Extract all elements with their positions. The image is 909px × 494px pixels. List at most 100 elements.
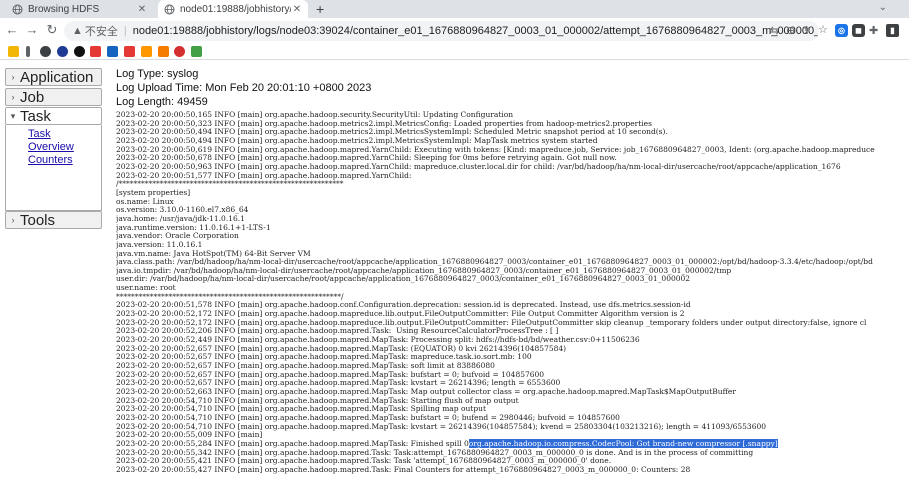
- log-line-text: 2023-02-20 20:00:54,710 INFO [main] org.…: [116, 395, 519, 405]
- new-tab-button[interactable]: +: [316, 1, 324, 17]
- puzzle-icon[interactable]: ✚: [869, 24, 878, 37]
- log-line-text: 2023-02-20 20:00:52,206 INFO [main] org.…: [116, 326, 559, 336]
- sidebar-section-tools[interactable]: › Tools: [5, 211, 102, 229]
- sidebar-section-label: Job: [20, 88, 45, 106]
- tab-browsing-hdfs[interactable]: Browsing HDFS ✕: [6, 0, 153, 18]
- separator: |: [123, 25, 127, 37]
- sidebar-section-job[interactable]: › Job: [5, 88, 102, 106]
- log-line-text: 2023-02-20 20:00:50,619 INFO [main] org.…: [116, 144, 875, 154]
- bookmark-icon[interactable]: [40, 46, 51, 57]
- bookmark-icon[interactable]: [124, 46, 135, 57]
- star-icon[interactable]: ☆: [818, 23, 828, 36]
- tab-title: Browsing HDFS: [28, 3, 100, 15]
- log-line-text: 2023-02-20 20:00:55,284 INFO [main] org.…: [116, 438, 469, 448]
- log-line-text: 2023-02-20 20:00:50,963 INFO [main] org.…: [116, 161, 841, 171]
- bookmark-icon[interactable]: [107, 46, 118, 57]
- task-link[interactable]: Task: [28, 128, 51, 140]
- address-bar[interactable]: ▲ 不安全 | node01:19888/jobhistory/logs/nod…: [64, 21, 819, 41]
- security-label[interactable]: 不安全: [85, 23, 118, 39]
- log-line-text: 2023-02-20 20:00:50,323 INFO [main] org.…: [116, 118, 652, 128]
- log-line-text: java.io.tmpdir: /var/bd/hadoop/ha/nm-loc…: [116, 265, 732, 275]
- log-line-text: 2023-02-20 20:00:52,172 INFO [main] org.…: [116, 317, 867, 327]
- log-line-text: 2023-02-20 20:00:52,657 INFO [main] org.…: [116, 352, 532, 362]
- bookmark-icon[interactable]: [90, 46, 101, 57]
- chevron-right-icon: ›: [11, 92, 15, 102]
- log-line-text: 2023-02-20 20:00:54,710 INFO [main] org.…: [116, 412, 620, 422]
- log-line-text: java.version: 11.0.16.1: [116, 239, 203, 249]
- log-line-text: /***************************************…: [116, 179, 344, 189]
- log-line-text: 2023-02-20 20:00:51,578 INFO [main] org.…: [116, 300, 691, 310]
- bookmarks-bar: [0, 44, 909, 60]
- bookmark-icon[interactable]: [191, 46, 202, 57]
- chevron-right-icon: ›: [11, 215, 15, 225]
- log-line-text: 2023-02-20 20:00:52,663 INFO [main] org.…: [116, 387, 736, 396]
- sidebar-panel-icon[interactable]: ▮: [886, 24, 899, 37]
- chevron-down-icon: ▾: [10, 110, 16, 121]
- log-line-text: 2023-02-20 20:00:52,657 INFO [main] org.…: [116, 378, 561, 388]
- share-icon[interactable]: ⇪: [802, 24, 811, 37]
- sidebar-section-label: Task: [20, 107, 51, 125]
- close-icon[interactable]: ✕: [136, 4, 148, 15]
- extension-icon[interactable]: ◎: [835, 24, 848, 37]
- warning-icon[interactable]: ▲: [72, 25, 83, 37]
- bookmark-icon[interactable]: [26, 46, 30, 57]
- tab-search-chevron-icon[interactable]: ⌄: [879, 2, 887, 13]
- sidebar-section-label: Application: [20, 68, 94, 86]
- log-line: 2023-02-20 20:00:55,427 INFO [main] org.…: [116, 464, 909, 475]
- chevron-right-icon: ›: [11, 72, 15, 82]
- log-line-text: [system properties]: [116, 187, 191, 197]
- log-line: user.dir: /var/bd/hadoop/ha/nm-local-dir…: [116, 275, 909, 284]
- globe-icon: [12, 4, 23, 15]
- bookmark-icon[interactable]: [57, 46, 68, 57]
- reload-button[interactable]: ↻: [44, 22, 60, 38]
- back-button[interactable]: ←: [4, 22, 20, 37]
- bookmark-icon[interactable]: [158, 46, 169, 57]
- log-line-text: 2023-02-20 20:00:52,172 INFO [main] org.…: [116, 309, 685, 319]
- log-line-text: 2023-02-20 20:00:52,657 INFO [main] org.…: [116, 343, 567, 353]
- highlighted-selection: org.apache.hadoop.io.compress.CodecPool:…: [468, 438, 778, 448]
- forward-button[interactable]: →: [24, 22, 40, 37]
- sidebar-section-label: Tools: [20, 211, 56, 229]
- log-line-text: ****************************************…: [116, 291, 344, 301]
- log-line-text: os.version: 3.10.0-1160.el7.x86_64: [116, 205, 249, 215]
- log-content: Log Type: syslog Log Upload Time: Mon Fe…: [116, 60, 909, 494]
- log-body[interactable]: 2023-02-20 20:00:50,165 INFO [main] org.…: [116, 110, 909, 475]
- log-line: [system properties]: [116, 187, 909, 198]
- log-line-text: java.vm.name: Java HotSpot(TM) 64-Bit Se…: [116, 248, 311, 258]
- folder-icon[interactable]: [8, 46, 19, 57]
- counters-link[interactable]: Counters: [28, 154, 73, 166]
- overview-link[interactable]: Overview: [28, 141, 74, 153]
- log-line-text: 2023-02-20 20:00:55,009 INFO [main]: [116, 430, 265, 440]
- bookmark-icon[interactable]: [174, 46, 185, 57]
- log-upload-time: Log Upload Time: Mon Feb 20 20:01:10 +08…: [116, 82, 372, 94]
- log-line-text: java.class.path: /var/bd/hadoop/ha/nm-lo…: [116, 257, 873, 267]
- task-panel: Task Overview Counters: [5, 125, 102, 211]
- url-text[interactable]: node01:19888/jobhistory/logs/node03:3902…: [133, 25, 819, 37]
- extension-icon[interactable]: ◼: [852, 24, 865, 37]
- close-icon[interactable]: ✕: [291, 4, 303, 15]
- log-line-text: 2023-02-20 20:00:52,657 INFO [main] org.…: [116, 361, 495, 371]
- log-line: /***************************************…: [116, 179, 909, 189]
- log-line-text: java.home: /usr/java/jdk-11.0.16.1: [116, 213, 245, 223]
- tab-title: node01:19888/jobhistory/logs: [180, 3, 291, 15]
- toolbar: ← → ↻ ▲ 不安全 | node01:19888/jobhistory/lo…: [0, 18, 909, 44]
- log-length: Log Length: 49459: [116, 96, 208, 108]
- log-line-text: 2023-02-20 20:00:50,494 INFO [main] org.…: [116, 135, 598, 145]
- bookmark-icon[interactable]: [74, 46, 85, 57]
- translate-icon[interactable]: ⇆: [770, 24, 779, 37]
- sidebar-section-task[interactable]: ▾ Task: [5, 107, 102, 125]
- log-line-text: 2023-02-20 20:00:55,427 INFO [main] org.…: [116, 464, 691, 474]
- log-line-text: user.dir: /var/bd/hadoop/ha/nm-local-dir…: [116, 274, 691, 284]
- log-line-text: 2023-02-20 20:00:54,710 INFO [main] org.…: [116, 404, 486, 414]
- zoom-icon[interactable]: ⊕: [786, 24, 795, 37]
- log-line-text: 2023-02-20 20:00:55,421 INFO [main] org.…: [116, 456, 612, 466]
- tab-jobhistory-logs[interactable]: node01:19888/jobhistory/logs ✕: [158, 0, 308, 18]
- log-line-text: user.name: root: [116, 283, 176, 293]
- log-line-text: java.runtime.version: 11.0.16.1+1-LTS-1: [116, 222, 271, 232]
- sidebar: › Application › Job ▾ Task Task Overview…: [0, 60, 108, 494]
- sidebar-section-application[interactable]: › Application: [5, 68, 102, 86]
- log-line-text: 2023-02-20 20:00:50,678 INFO [main] org.…: [116, 153, 617, 163]
- tab-strip: Browsing HDFS ✕ node01:19888/jobhistory/…: [0, 0, 909, 18]
- bookmark-icon[interactable]: [141, 46, 152, 57]
- globe-icon: [164, 4, 175, 15]
